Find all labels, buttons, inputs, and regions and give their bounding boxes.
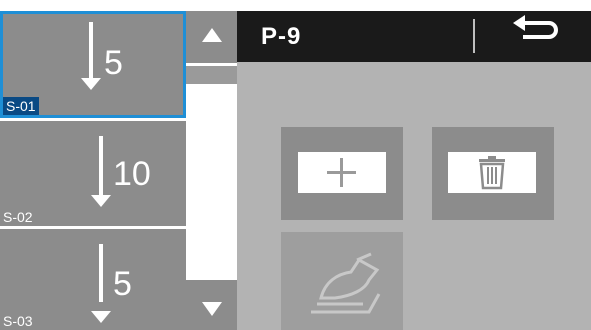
return-arrow-icon	[513, 15, 558, 39]
main-panel	[237, 62, 591, 330]
scrollbar[interactable]	[186, 0, 237, 330]
down-arrow-head	[91, 311, 111, 323]
foot-pedal-button[interactable]	[281, 232, 403, 330]
down-arrow-head	[91, 195, 111, 207]
down-arrow-icon	[99, 244, 103, 302]
step-id-label: S-02	[3, 209, 33, 225]
page-title: P-9	[261, 23, 302, 50]
add-button-face	[298, 152, 386, 193]
step-value: 10	[113, 155, 151, 193]
back-button[interactable]	[487, 11, 591, 62]
step-id-label: S-01	[3, 97, 39, 115]
header-bar: P-9	[237, 11, 591, 62]
triangle-down-icon	[202, 302, 222, 316]
delete-button-face	[448, 152, 536, 193]
add-step-button[interactable]	[281, 127, 403, 220]
step-list: 5 S-01 10 S-02 5 S-03	[0, 0, 186, 330]
scroll-down-button[interactable]	[186, 280, 237, 330]
step-item-s02[interactable]: 10 S-02	[0, 121, 186, 226]
triangle-up-icon	[202, 28, 222, 42]
step-id-label: S-03	[3, 313, 33, 329]
down-arrow-icon	[99, 136, 103, 196]
step-value: 5	[113, 265, 132, 303]
down-arrow-icon	[89, 22, 93, 80]
header-divider	[473, 19, 475, 53]
foot-pedal-icon	[311, 252, 381, 314]
step-item-s03[interactable]: 5 S-03	[0, 229, 186, 330]
step-value: 5	[104, 44, 123, 82]
delete-step-button[interactable]	[432, 127, 554, 220]
plus-icon	[327, 158, 356, 187]
scroll-up-button[interactable]	[186, 11, 237, 63]
scroll-thumb[interactable]	[186, 66, 237, 84]
step-item-s01[interactable]: 5 S-01	[0, 11, 186, 118]
down-arrow-head	[81, 78, 101, 90]
trash-icon	[479, 156, 505, 190]
